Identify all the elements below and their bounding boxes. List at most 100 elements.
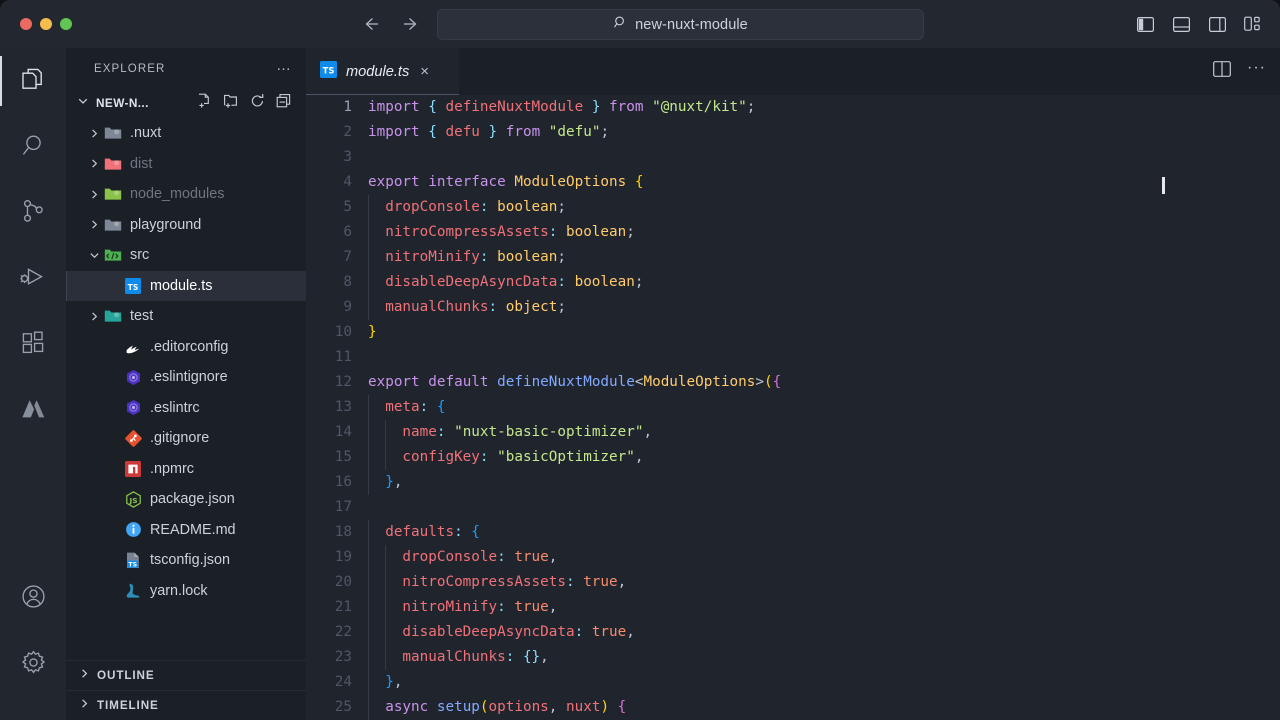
line-number: 15 [334,449,352,465]
code-token: manualChunks [368,649,506,665]
tree-file-row[interactable]: yarn.lock [66,576,306,607]
maximize-window-button[interactable] [60,18,72,30]
sidebar-item-atlassian[interactable] [0,378,66,444]
indent-guide [385,645,387,670]
code-token: : [574,624,584,640]
code-token: > [755,374,764,390]
code-token: { [471,524,480,540]
line-number: 2 [343,124,352,140]
code-line-text: }, [364,470,402,495]
code-token: {} [522,649,541,665]
tree-file-row[interactable]: README.md [66,515,306,546]
new-folder-icon[interactable] [223,93,239,114]
indent-guide [385,570,387,595]
section-outline[interactable]: OUTLINE [66,660,306,690]
close-icon[interactable]: × [420,63,429,80]
code-line-text: disableDeepAsyncData: boolean; [364,270,643,295]
line-number: 21 [334,599,352,615]
back-arrow-icon[interactable] [360,14,380,34]
account-icon [20,583,47,615]
tree-file-row[interactable]: .eslintrc [66,393,306,424]
tree-folder-row[interactable]: dist [66,149,306,180]
section-timeline[interactable]: TIMELINE [66,690,306,720]
more-editor-actions-icon[interactable]: ··· [1247,60,1266,78]
sidebar-item-settings[interactable] [0,632,66,698]
line-number: 16 [334,474,352,490]
tree-folder-row[interactable]: .nuxt [66,118,306,149]
code-token: ; [557,299,566,315]
code-token: nuxt [566,699,601,715]
code-token: export [368,374,420,390]
new-file-icon[interactable] [197,93,212,114]
line-number: 9 [343,299,352,315]
files-icon [20,65,46,98]
source-control-icon [20,198,46,229]
tree-folder-row[interactable]: test [66,301,306,332]
forward-arrow-icon[interactable] [402,14,422,34]
tree-folder-row[interactable]: node_modules [66,179,306,210]
close-window-button[interactable] [20,18,32,30]
code-token: name [368,424,437,440]
command-center-search[interactable]: new-nuxt-module [437,9,924,40]
tab-module-ts[interactable]: TS module.ts × [306,48,459,95]
code-line-text: nitroMinify: true, [364,595,557,620]
tree-file-row[interactable]: .editorconfig [66,332,306,363]
code-token: "nuxt-basic-optimizer" [454,424,644,440]
navigation-arrows [360,14,422,34]
code-token: defaults [368,524,455,540]
code-token: , [634,449,644,465]
sidebar-item-source-control[interactable] [0,180,66,246]
refresh-icon[interactable] [250,93,265,114]
collapse-all-icon[interactable] [276,93,292,114]
code-token: ModuleOptions [514,174,627,190]
workspace-root-row[interactable]: NEW-N... [66,90,306,116]
code-line: 25 async setup(options, nuxt) { [306,695,1280,720]
sidebar-item-extensions[interactable] [0,312,66,378]
customize-layout-icon[interactable] [1242,13,1264,35]
indent-guide [385,420,387,445]
tree-folder-row[interactable]: playground [66,210,306,241]
code-line-text: defaults: { [364,520,480,545]
tree-file-row[interactable]: TS module.ts [66,270,306,301]
file-ts-icon: TS [122,277,144,294]
code-token: : [497,599,506,615]
section-outline-label: OUTLINE [97,669,155,682]
tree-item-label: .eslintignore [150,369,228,386]
line-number: 20 [334,574,352,590]
tree-file-row[interactable]: .npmrc [66,454,306,485]
code-content[interactable]: 1 import { defineNuxtModule } from "@nuxt… [306,95,1280,720]
sidebar-item-accounts[interactable] [0,566,66,632]
indent-guide [385,595,387,620]
tree-folder-row[interactable]: src [66,240,306,271]
sidebar-item-search[interactable] [0,114,66,180]
line-number: 5 [343,199,352,215]
file-eslint-icon [122,399,144,416]
tree-file-row[interactable]: JS package.json [66,484,306,515]
code-line: 10} [306,320,1280,345]
indent-guide [368,595,369,620]
explorer-more-actions-icon[interactable]: … [276,58,292,76]
code-token: ; [746,99,756,115]
toggle-primary-sidebar-icon[interactable] [1134,13,1156,35]
indent-guide [385,545,387,570]
minimize-window-button[interactable] [40,18,52,30]
sidebar-item-explorer[interactable] [0,48,66,114]
code-token: setup [436,699,480,715]
sidebar-item-run-debug[interactable] [0,246,66,312]
tree-item-label: yarn.lock [150,582,208,599]
tree-file-row[interactable]: TS tsconfig.json [66,545,306,576]
toggle-panel-icon[interactable] [1170,13,1192,35]
folder-icon [102,125,124,141]
tree-file-row[interactable]: .gitignore [66,423,306,454]
tree-file-row[interactable]: .eslintignore [66,362,306,393]
code-token: , [626,624,635,640]
folder-src-icon [102,247,124,263]
file-yarn-icon [122,582,144,599]
line-number: 24 [334,674,352,690]
toggle-secondary-sidebar-icon[interactable] [1206,13,1228,35]
editor-area: TS module.ts × ··· 1 import { defineNuxtM… [306,48,1280,720]
split-editor-icon[interactable] [1213,61,1231,82]
